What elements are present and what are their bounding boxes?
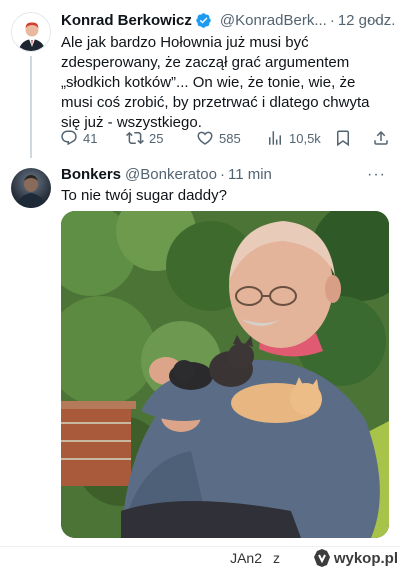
more-options-icon[interactable]: ··· (367, 12, 386, 30)
retweet-count: 25 (149, 130, 164, 146)
retweet-button[interactable]: 25 (126, 129, 163, 147)
reply-timestamp[interactable]: 11 min (228, 166, 272, 183)
footer-username[interactable]: JAn2 (230, 550, 262, 566)
reply-photo[interactable] (61, 211, 389, 538)
bookmark-icon (337, 130, 349, 147)
tweet-text: Ale jak bardzo Hołownia już musi być zde… (61, 34, 370, 131)
views-chart-icon (269, 131, 281, 145)
verified-badge-icon (196, 12, 211, 28)
retweet-icon (126, 131, 144, 145)
wykop-logo-icon (313, 549, 330, 567)
tweet-actions-bar: 41 25 585 10,5k (54, 128, 394, 148)
avatar-portrait-icon (16, 175, 46, 208)
separator-dot: · (219, 165, 225, 183)
wykop-logo[interactable]: wykop.pl (313, 548, 398, 568)
separator-dot: · (329, 11, 335, 29)
share-icon (374, 130, 388, 145)
reply-text: To nie twój sugar daddy? (61, 187, 227, 204)
reply-author-name[interactable]: Bonkers (61, 166, 121, 183)
views-count: 10,5k (289, 130, 321, 146)
footer-brand: wykop.pl (333, 549, 398, 567)
share-button[interactable] (372, 129, 390, 147)
footer-connector: z (273, 550, 280, 566)
like-count: 585 (219, 130, 241, 146)
author-avatar[interactable] (11, 12, 51, 52)
more-options-icon[interactable]: ··· (367, 166, 386, 184)
reply-header: Bonkers @Bonkeratoo · 11 min (61, 164, 272, 184)
thread-connector-line (30, 56, 32, 158)
author-name[interactable]: Konrad Berkowicz (61, 12, 192, 29)
photo-man-with-kittens (61, 211, 389, 538)
heart-icon (197, 131, 213, 145)
author-handle[interactable]: @KonradBerk... (220, 12, 327, 29)
avatar-portrait-icon (12, 13, 50, 51)
views-button[interactable]: 10,5k (266, 129, 321, 147)
reply-icon (61, 130, 77, 146)
reply-author-avatar[interactable] (11, 168, 51, 208)
tweet-original[interactable]: Konrad Berkowicz @KonradBerk... · 12 god… (0, 0, 400, 158)
reply-count: 41 (83, 130, 98, 146)
reply-author-handle[interactable]: @Bonkeratoo (125, 166, 217, 183)
tweet-header: Konrad Berkowicz @KonradBerk... · 12 god… (61, 10, 395, 30)
reply-button[interactable]: 41 (60, 129, 97, 147)
watermark-footer: JAn2 z wykop.pl (0, 546, 400, 568)
bookmark-button[interactable] (334, 129, 352, 147)
like-button[interactable]: 585 (196, 129, 241, 147)
